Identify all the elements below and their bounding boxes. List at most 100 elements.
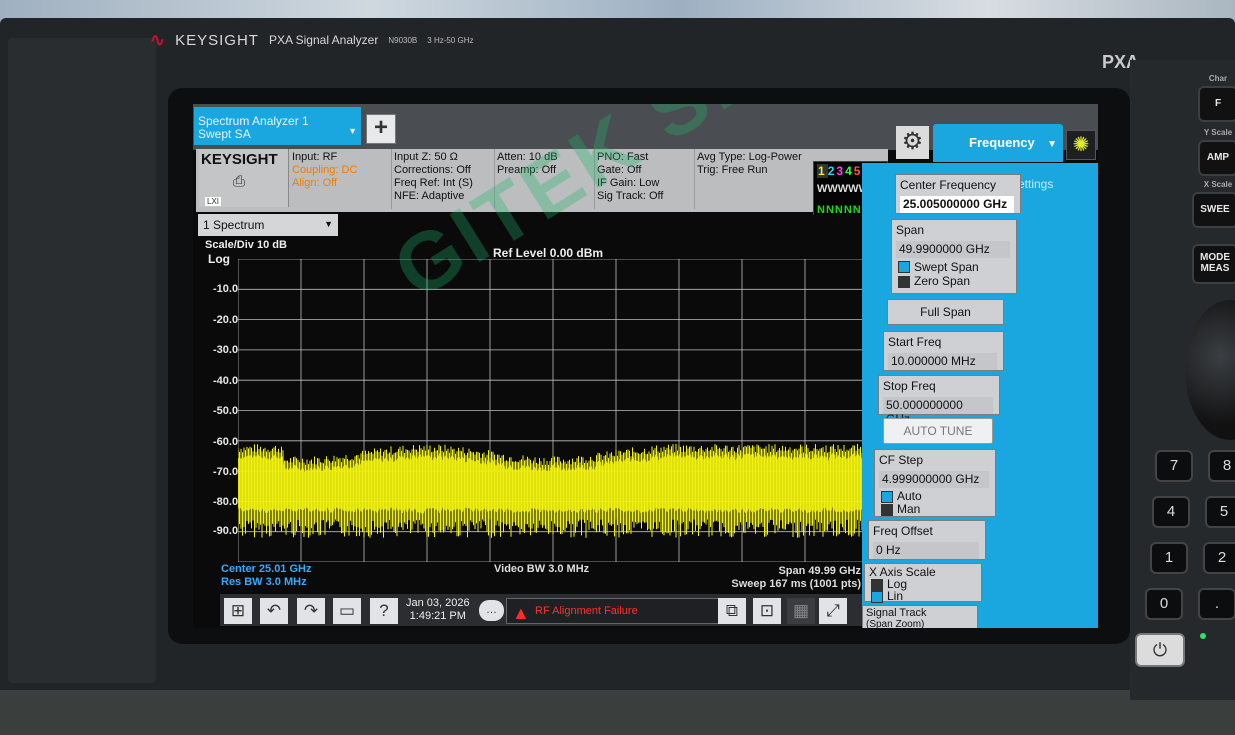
tab-frequency[interactable]: Frequency ▼ [933, 124, 1063, 162]
fullscreen-icon[interactable]: ⤢ [819, 598, 847, 624]
y-tick-label: -80.0 [213, 496, 239, 508]
stop-freq-control[interactable]: Stop Freq 50.000000000 GHz [878, 375, 1000, 426]
layout-icon[interactable]: ⧉ [718, 598, 746, 624]
numpad-key[interactable]: 5 [1205, 496, 1235, 528]
keysight-badge: KEYSIGHT ⎙ LXI [199, 149, 289, 207]
center-frequency-label: Center Frequency [900, 178, 997, 192]
y-tick-label: -20.0 [213, 314, 239, 326]
stop-freq-label: Stop Freq [883, 379, 936, 393]
gear-icon[interactable]: ⚙ [896, 126, 929, 159]
divider [494, 149, 495, 209]
trace-number: 3 [836, 164, 846, 178]
center-readout-text: Center 25.01 GHz [221, 563, 312, 575]
trace-number: 1 [817, 164, 828, 178]
y-tick-label: -40.0 [213, 375, 239, 387]
freq-offset-field[interactable]: 0 Hz [873, 542, 979, 559]
mode-meas-hardkey[interactable]: MODE MEAS [1192, 244, 1235, 284]
y-scale-label: Y Scale [1203, 128, 1233, 137]
sweep-hardkey[interactable]: SWEE [1192, 192, 1235, 228]
settings-summary-bar[interactable]: KEYSIGHT ⎙ LXI Input: RF Coupling: DC Al… [196, 149, 888, 212]
brand-name: KEYSIGHT [175, 31, 259, 49]
corrections: Corrections: Off [394, 164, 471, 176]
input-z-column: Input Z: 50 Ω Corrections: Off Freq Ref:… [394, 151, 473, 203]
help-button[interactable]: ? [370, 598, 398, 624]
cf-step-auto-radio[interactable] [881, 491, 893, 503]
freq-hardkey[interactable]: F [1198, 86, 1235, 122]
start-freq-label: Start Freq [888, 335, 942, 349]
scale-per-div: Scale/Div 10 dB [205, 239, 287, 251]
x-scale-lin-radio[interactable] [871, 591, 883, 603]
zoom-icon[interactable]: ⊡ [753, 598, 781, 624]
center-frequency-control[interactable]: Center Frequency 25.005000000 GHz [895, 174, 1021, 214]
full-span-button[interactable]: Full Span [887, 299, 1004, 325]
start-freq-field[interactable]: 10.000000 MHz [888, 353, 997, 370]
chevron-down-icon: ▼ [1047, 139, 1057, 150]
span-control[interactable]: Span 49.9900000 GHz Swept Span Zero Span [891, 219, 1017, 294]
file-icon[interactable]: ▭ [333, 598, 361, 624]
photo-frame: ∿ KEYSIGHT PXA Signal Analyzer N9030B 3 … [0, 0, 1235, 735]
nfe: NFE: Adaptive [394, 190, 465, 202]
zero-span-radio[interactable] [898, 276, 910, 288]
center-frequency-field[interactable]: 25.005000000 GHz [900, 196, 1014, 213]
signal-track-label: Signal Track [866, 607, 927, 619]
align-off: Align: Off [292, 177, 338, 189]
cf-step-field[interactable]: 4.999000000 GHz [879, 471, 989, 488]
numpad-key[interactable]: 0 [1145, 588, 1183, 620]
amp-hardkey[interactable]: AMP [1198, 140, 1235, 176]
y-tick-label: -60.0 [213, 436, 239, 448]
status-message[interactable]: ▲ RF Alignment Failure [506, 598, 729, 624]
left-bezel [8, 38, 156, 683]
model-name: PXA Signal Analyzer [268, 33, 379, 47]
atten-column: Atten: 10 dB Preamp: Off [497, 151, 558, 177]
lxi-badge: LXI [205, 197, 222, 206]
power-button[interactable]: ⏻ [1135, 633, 1185, 667]
numpad-key[interactable]: 1 [1150, 542, 1188, 574]
keysight-wordmark: KEYSIGHT [201, 151, 278, 168]
numpad-key[interactable]: 4 [1152, 496, 1190, 528]
numpad-key[interactable]: 8 [1208, 450, 1235, 482]
undo-icon[interactable]: ↶ [260, 598, 288, 624]
redo-icon[interactable]: ↷ [297, 598, 325, 624]
divider [594, 149, 595, 209]
stop-freq-field[interactable]: 50.000000000 GHz [883, 397, 993, 426]
swept-span-label: Swept Span [914, 260, 979, 274]
x-scale-label: X Scale [1203, 180, 1233, 189]
divider [391, 149, 392, 209]
swept-span-radio[interactable] [898, 261, 910, 273]
log-scale-label: Log [208, 252, 230, 266]
numpad-key[interactable]: 7 [1155, 450, 1193, 482]
y-tick-label: -10.0 [213, 283, 239, 295]
burst-icon[interactable]: ✺ [1066, 130, 1096, 160]
start-freq-control[interactable]: Start Freq 10.000000 MHz [883, 331, 1004, 371]
status-message-text: RF Alignment Failure [535, 605, 638, 617]
span-field[interactable]: 49.9900000 GHz [896, 241, 1010, 258]
freq-offset-control[interactable]: Freq Offset 0 Hz [868, 520, 986, 560]
pno: PNO: Fast [597, 151, 649, 163]
cf-step-control[interactable]: CF Step 4.999000000 GHz Auto Man [874, 449, 996, 517]
char-label: Char [1208, 74, 1228, 83]
input-rf: Input: RF [292, 151, 338, 163]
message-icon[interactable]: … [479, 600, 504, 621]
spectrum-plot[interactable] [238, 259, 868, 562]
auto-tune-button[interactable]: AUTO TUNE [883, 418, 993, 444]
x-scale-log-radio[interactable] [871, 579, 883, 591]
multiview-icon[interactable]: ▦ [787, 598, 815, 624]
frequency-range: 3 Hz-50 GHz [427, 35, 474, 45]
cf-step-man-radio[interactable] [881, 504, 893, 516]
divider [694, 149, 695, 209]
x-scale-lin-label: Lin [887, 589, 904, 603]
windows-icon[interactable]: ⊞ [224, 598, 252, 624]
add-screen-button[interactable]: + [366, 114, 396, 144]
coupling-dc: Coupling: DC [292, 164, 358, 176]
y-tick-label: -70.0 [213, 466, 239, 478]
ref-level: Ref Level 0.00 dBm [493, 246, 604, 260]
view-dropdown[interactable]: 1 Spectrum ▼ [198, 214, 338, 236]
x-axis-scale-control[interactable]: X Axis Scale Log Lin [864, 563, 982, 603]
sig-track: Sig Track: Off [597, 190, 664, 202]
tab-spectrum-analyzer[interactable]: Spectrum Analyzer 1 Swept SA ▼ [194, 107, 361, 145]
freq-offset-label: Freq Offset [873, 524, 933, 538]
input-z: Input Z: 50 Ω [394, 151, 458, 163]
signal-track-control[interactable]: Signal Track (Span Zoom) [862, 605, 978, 628]
numpad-key[interactable]: 2 [1203, 542, 1235, 574]
numpad-key[interactable]: . [1198, 588, 1235, 620]
